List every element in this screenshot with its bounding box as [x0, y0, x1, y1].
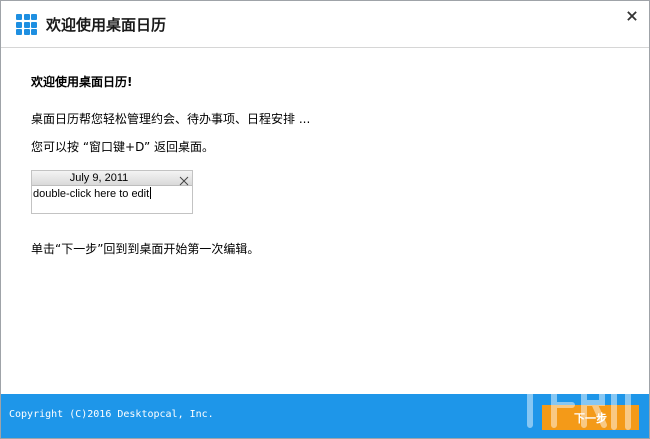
app-logo-icon	[16, 14, 37, 35]
next-button[interactable]: 下一步	[542, 405, 639, 430]
close-button[interactable]	[623, 7, 641, 25]
widget-header: July 9, 2011	[32, 171, 192, 186]
widget-note-text: double-click here to edit	[33, 188, 150, 200]
calendar-widget-preview: July 9, 2011 double-click here to edit	[31, 170, 193, 214]
close-icon	[627, 11, 637, 21]
widget-close-button[interactable]	[178, 172, 190, 186]
widget-date: July 9, 2011	[69, 172, 129, 184]
intro-text: 桌面日历帮您轻松管理约会、待办事项、日程安排 ...	[31, 112, 311, 126]
widget-note-area[interactable]: double-click here to edit	[33, 186, 152, 202]
close-icon	[179, 176, 189, 186]
welcome-heading: 欢迎使用桌面日历!	[31, 75, 133, 89]
title-bar: 欢迎使用桌面日历	[1, 1, 649, 48]
welcome-dialog: 欢迎使用桌面日历 欢迎使用桌面日历! 桌面日历帮您轻松管理约会、待办事项、日程安…	[0, 0, 650, 439]
window-title: 欢迎使用桌面日历	[46, 16, 167, 34]
next-step-instruction: 单击“下一步”回到到桌面开始第一次编辑。	[31, 242, 260, 256]
footer-bar: Copyright (C)2016 Desktopcal, Inc. 下一步	[1, 394, 649, 438]
text-caret	[150, 187, 152, 199]
copyright-text: Copyright (C)2016 Desktopcal, Inc.	[9, 409, 214, 420]
shortcut-hint-text: 您可以按 “窗口键+D” 返回桌面。	[31, 140, 215, 154]
